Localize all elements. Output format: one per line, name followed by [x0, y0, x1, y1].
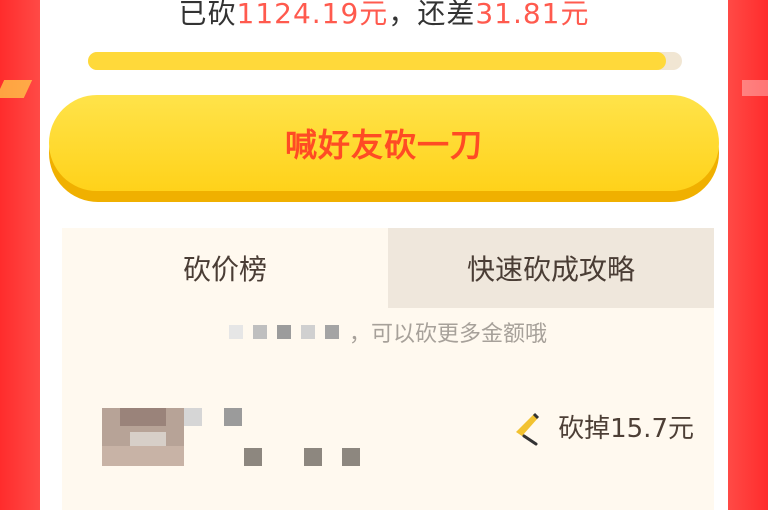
progress-bar-fill: [88, 52, 666, 70]
blurred-block: [304, 448, 322, 466]
bargain-tip-text: ，可以砍更多金额哦: [348, 322, 547, 347]
status-prefix: 已砍: [178, 0, 237, 30]
blurred-text-block: [252, 325, 267, 339]
background-right-red: [728, 0, 768, 510]
progress-bar: [88, 52, 682, 70]
remaining-amount: 31.81元: [475, 0, 590, 30]
blurred-user-name: [184, 408, 464, 478]
bargain-panel: 砍价榜 快速砍成攻略 ，可以砍更多金额哦 砍掉15.7元: [62, 228, 714, 510]
knife-icon: [516, 412, 540, 446]
tab-bar: 砍价榜 快速砍成攻略: [62, 228, 714, 308]
background-left-red: [0, 0, 40, 510]
cut-amount-label: 砍掉15.7元: [558, 413, 694, 444]
bargain-list-row: 砍掉15.7元: [62, 396, 714, 496]
call-friends-button[interactable]: 喊好友砍一刀: [49, 95, 719, 191]
cut-amount: 1124.19元: [236, 0, 389, 30]
blurred-block: [342, 448, 360, 466]
blurred-text-block: [324, 325, 339, 339]
tab-fast-strategy[interactable]: 快速砍成攻略: [388, 228, 714, 308]
blurred-text-block: [300, 325, 315, 339]
bargain-tip: ，可以砍更多金额哦: [62, 316, 714, 348]
avatar: [102, 408, 184, 466]
blurred-text-block: [276, 325, 291, 339]
tab-bargain-rank[interactable]: 砍价榜: [62, 228, 388, 308]
blurred-block: [244, 448, 262, 466]
status-middle: ，还差: [388, 0, 476, 30]
bargain-status-text: 已砍1124.19元，还差31.81元: [40, 0, 728, 32]
blurred-text-block: [228, 325, 243, 339]
cut-amount-item: 砍掉15.7元: [508, 406, 694, 446]
decorative-flag-right: [742, 80, 768, 96]
blurred-block: [224, 408, 242, 426]
bargain-card: 已砍1124.19元，还差31.81元 喊好友砍一刀 砍价榜 快速砍成攻略 ，可…: [40, 0, 728, 510]
blurred-block: [184, 408, 202, 426]
